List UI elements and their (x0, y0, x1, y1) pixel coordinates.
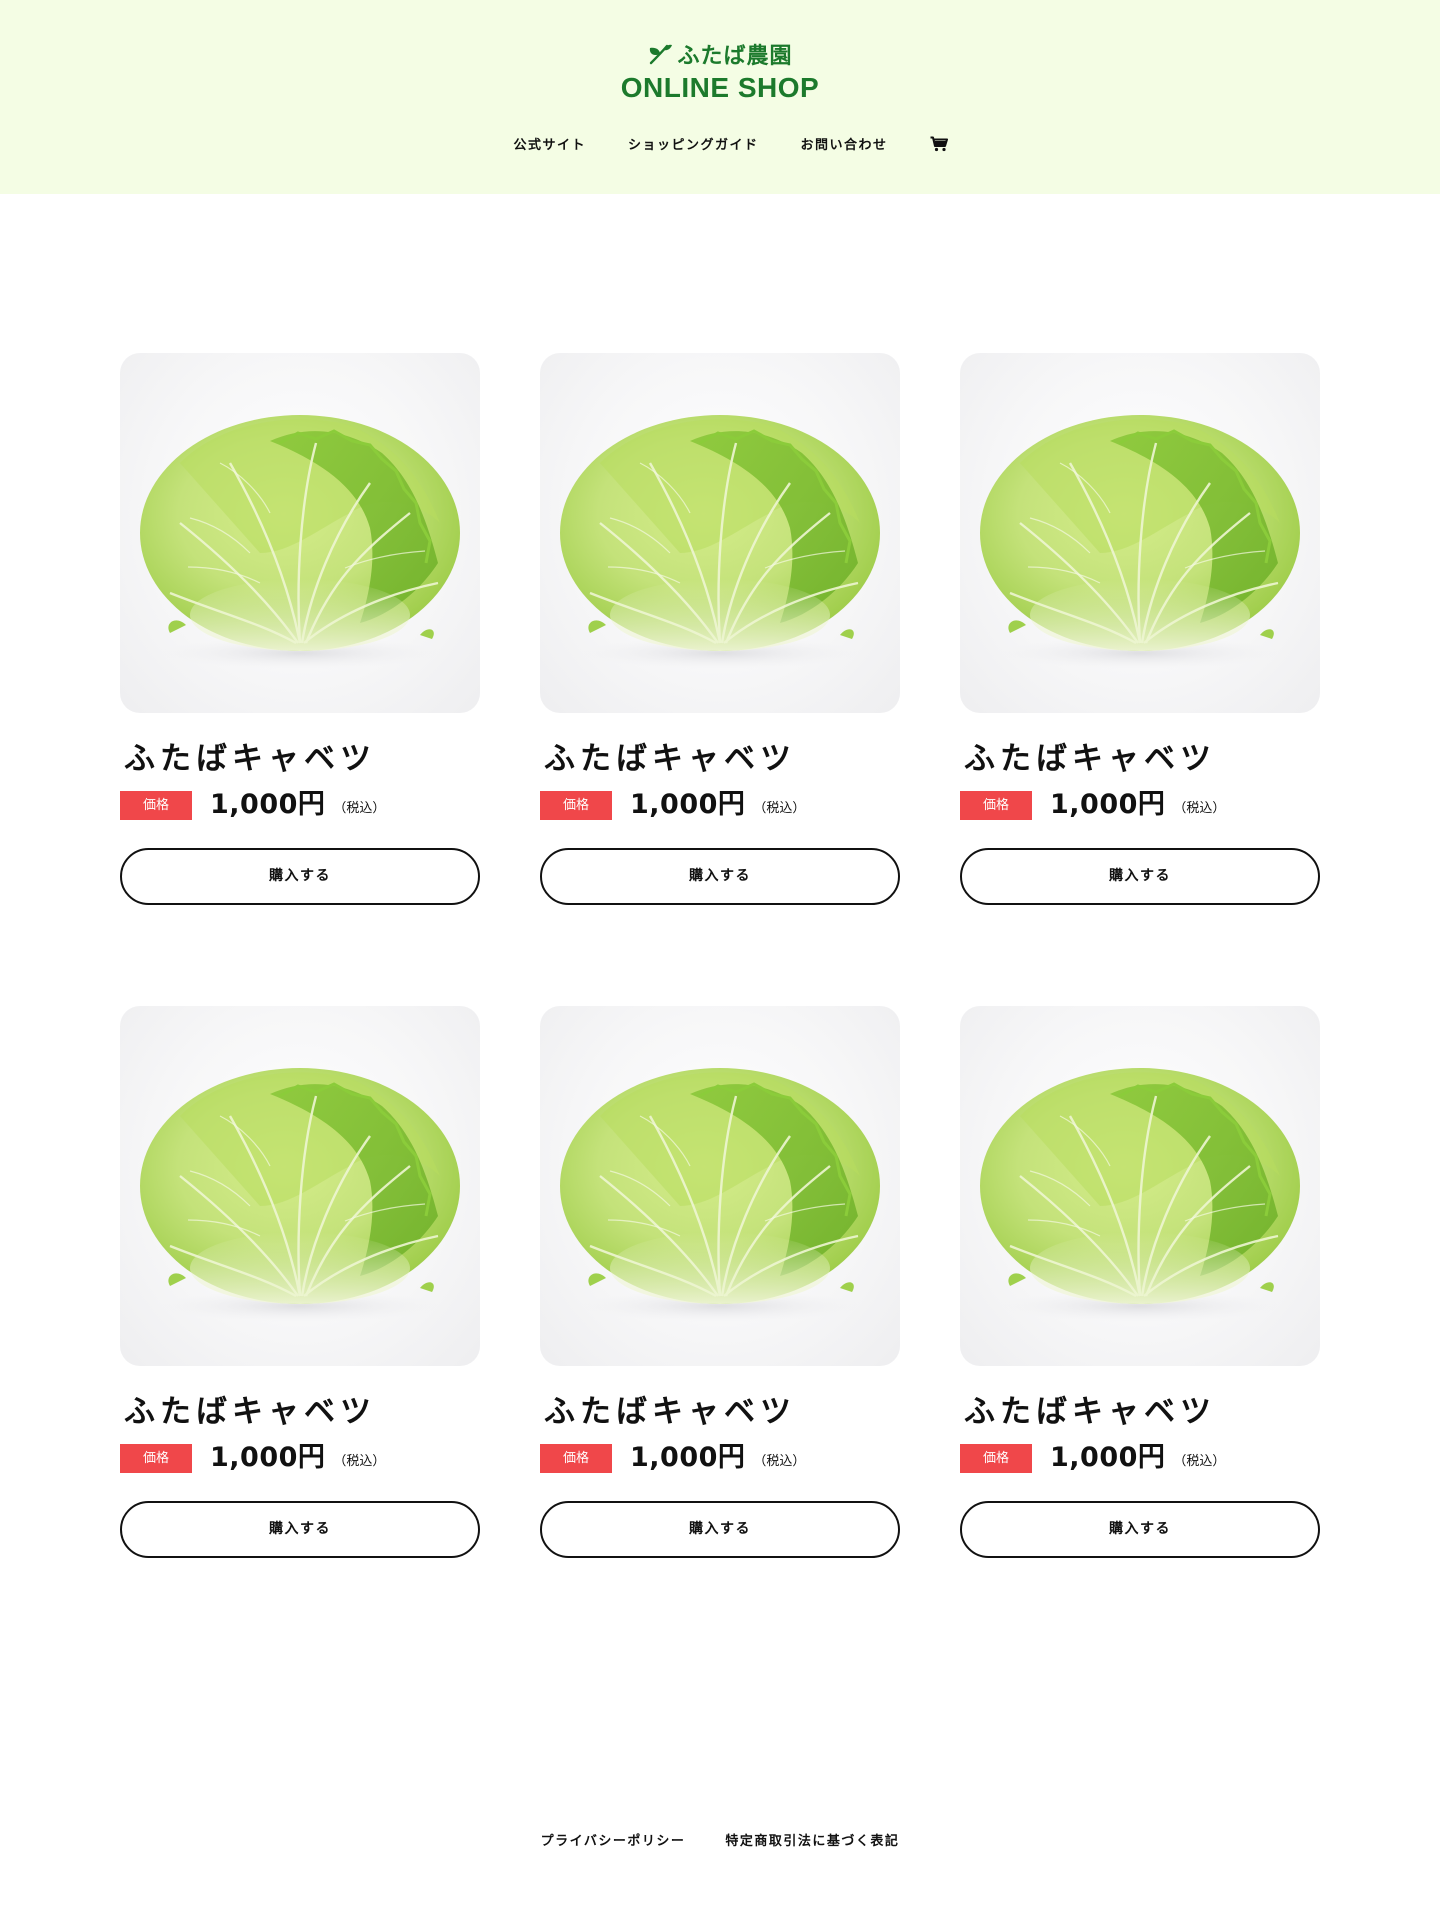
buy-button[interactable]: 購入する (960, 1501, 1320, 1558)
price-value: 1,000円 (1050, 1442, 1166, 1473)
product-card: ふたばキャベツ 価格 1,000円 （税込） 購入する (120, 1006, 480, 1558)
price-value: 1,000円 (210, 789, 326, 820)
buy-button[interactable]: 購入する (120, 848, 480, 905)
sprout-icon (650, 44, 673, 65)
price-row: 価格 1,000円 （税込） (540, 788, 900, 822)
buy-button[interactable]: 購入する (960, 848, 1320, 905)
logo-subtitle: ONLINE SHOP (620, 72, 820, 103)
price-tax-note: （税込） (1173, 1454, 1226, 1469)
price-row: 価格 1,000円 （税込） (120, 1441, 480, 1475)
price-value: 1,000円 (630, 1442, 746, 1473)
product-image[interactable] (120, 353, 480, 713)
nav-shopping-guide[interactable]: ショッピングガイド (628, 134, 759, 153)
product-name: ふたばキャベツ (964, 741, 1216, 777)
price-tax-note: （税込） (1173, 801, 1226, 816)
price-row: 価格 1,000円 （税込） (960, 1441, 1320, 1475)
price-badge: 価格 (120, 1444, 192, 1473)
footer-link-legal-notice[interactable]: 特定商取引法に基づく表記 (725, 1830, 899, 1849)
logo-wordmark: ふたば農園 (647, 38, 792, 70)
product-image[interactable] (960, 353, 1320, 713)
nav-contact[interactable]: お問い合わせ (801, 134, 888, 153)
price-tax-note: （税込） (333, 1454, 386, 1469)
product-card: ふたばキャベツ 価格 1,000円 （税込） 購入する (540, 1006, 900, 1558)
product-name: ふたばキャベツ (124, 741, 376, 777)
price-badge: 価格 (540, 791, 612, 820)
product-name: ふたばキャベツ (124, 1394, 376, 1430)
footer-link-privacy[interactable]: プライバシーポリシー (541, 1830, 686, 1849)
buy-button[interactable]: 購入する (540, 1501, 900, 1558)
product-card: ふたばキャベツ 価格 1,000円 （税込） 購入する (120, 353, 480, 905)
price-badge: 価格 (540, 1444, 612, 1473)
price-value: 1,000円 (1050, 789, 1166, 820)
product-grid: ふたばキャベツ 価格 1,000円 （税込） 購入する ふたばキャベツ 価格 1… (120, 353, 1320, 1558)
buy-button[interactable]: 購入する (540, 848, 900, 905)
product-name: ふたばキャベツ (964, 1394, 1216, 1430)
site-header: ふたば農園 ONLINE SHOP 公式サイト ショッピングガイド お問い合わせ (0, 0, 1440, 194)
price-badge: 価格 (120, 791, 192, 820)
price-row: 価格 1,000円 （税込） (960, 788, 1320, 822)
buy-button[interactable]: 購入する (120, 1501, 480, 1558)
shopping-cart-icon[interactable] (930, 136, 948, 152)
price-tax-note: （税込） (333, 801, 386, 816)
product-image[interactable] (540, 1006, 900, 1366)
price-row: 価格 1,000円 （税込） (540, 1441, 900, 1475)
price-tax-note: （税込） (753, 1454, 806, 1469)
price-row: 価格 1,000円 （税込） (120, 788, 480, 822)
site-footer: プライバシーポリシー 特定商取引法に基づく表記 (0, 1830, 1440, 1849)
price-tax-note: （税込） (753, 801, 806, 816)
site-logo[interactable]: ふたば農園 ONLINE SHOP (0, 38, 1440, 104)
product-card: ふたばキャベツ 価格 1,000円 （税込） 購入する (960, 1006, 1320, 1558)
price-badge: 価格 (960, 791, 1032, 820)
logo-title: ふたば農園 (677, 44, 793, 69)
product-card: ふたばキャベツ 価格 1,000円 （税込） 購入する (540, 353, 900, 905)
product-name: ふたばキャベツ (544, 741, 796, 777)
product-name: ふたばキャベツ (544, 1394, 796, 1430)
product-card: ふたばキャベツ 価格 1,000円 （税込） 購入する (960, 353, 1320, 905)
product-image[interactable] (960, 1006, 1320, 1366)
price-badge: 価格 (960, 1444, 1032, 1473)
price-value: 1,000円 (210, 1442, 326, 1473)
nav-official-site[interactable]: 公式サイト (513, 134, 586, 153)
main-nav: 公式サイト ショッピングガイド お問い合わせ (0, 134, 1440, 153)
price-value: 1,000円 (630, 789, 746, 820)
product-image[interactable] (120, 1006, 480, 1366)
product-image[interactable] (540, 353, 900, 713)
